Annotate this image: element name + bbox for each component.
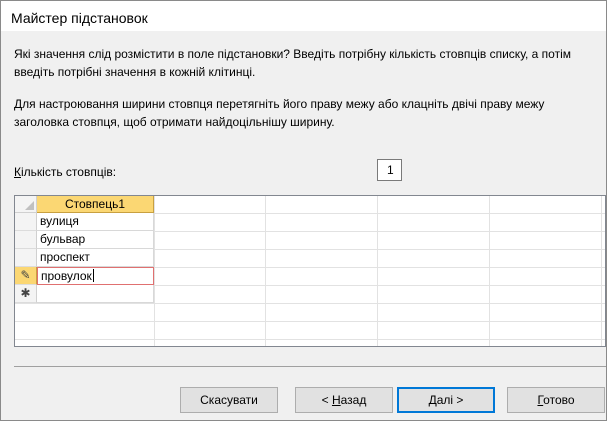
row-selector[interactable] [15,231,37,249]
wizard-body: Які значення слід розмістити в поле підс… [1,31,606,420]
grid-cell-new[interactable] [37,285,154,303]
next-button[interactable]: Далі > [397,387,495,413]
grid-cell-text: провулок [41,269,92,283]
row-selector[interactable] [15,249,37,267]
instruction-line: заголовка стовпця, щоб отримати найдоціл… [14,115,335,129]
finish-button[interactable]: Готово [507,387,605,413]
title-bar[interactable]: Майстер підстановок [1,1,606,31]
column-header[interactable]: Стовпець1 [37,196,154,213]
row-selector[interactable] [15,213,37,231]
column-count-input[interactable]: 1 [377,159,402,181]
cancel-button[interactable]: Скасувати [180,387,278,413]
grid-cell-editing[interactable]: провулок [37,267,154,285]
grid-cell[interactable]: вулиця [37,213,154,231]
grid-cell[interactable]: бульвар [37,231,154,249]
separator [14,366,606,367]
back-button[interactable]: < Назад [295,387,393,413]
new-record-icon[interactable]: ✱ [15,285,37,303]
lookup-wizard-dialog: Майстер підстановок Які значення слід ро… [0,0,607,421]
column-count-label: Кількість стовпців: [14,165,117,179]
instruction-line: введіть потрібні значення в кожній кліти… [14,65,256,79]
pencil-icon[interactable]: ✎ [15,267,37,285]
grid-cell[interactable]: проспект [37,249,154,267]
values-grid[interactable]: Стовпець1 вулиця бульвар проспект ✎ пров… [14,195,606,347]
instruction-line: Для настроювання ширини стовпця перетягн… [14,97,545,111]
dialog-title: Майстер підстановок [11,10,148,26]
text-caret [92,269,94,282]
instruction-paragraph-1: Які значення слід розмістити в поле підс… [14,45,594,81]
select-all-corner[interactable] [15,196,37,213]
instruction-line: Які значення слід розмістити в поле підс… [14,47,571,61]
instruction-paragraph-2: Для настроювання ширини стовпця перетягн… [14,95,594,131]
